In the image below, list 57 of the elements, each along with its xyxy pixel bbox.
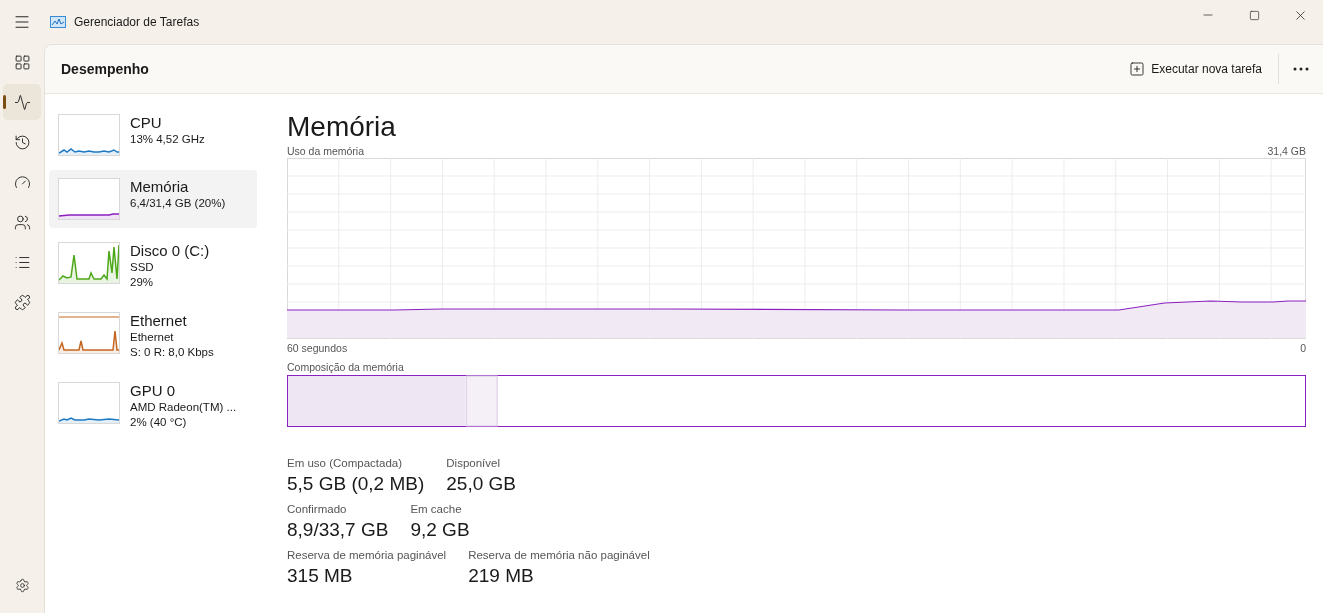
device-info: SSD (130, 260, 155, 275)
stat-label: Confirmado (287, 502, 348, 517)
app-icon (50, 16, 66, 28)
more-icon (1293, 67, 1309, 71)
device-info: 6,4/31,4 GB (20%) (130, 196, 226, 211)
stat-label: Em uso (Compactada) (287, 456, 404, 471)
stat-value: 9,2 GB (410, 518, 470, 542)
history-icon (13, 133, 31, 151)
graph-label: Uso da memória (287, 144, 365, 158)
device-item[interactable]: GPU 0 AMD Radeon(TM) ... 2% (40 °C) (49, 374, 257, 438)
sparkline-graph (58, 114, 120, 156)
maximize-icon (1248, 9, 1260, 21)
composition-label: Composição da memória (287, 360, 404, 374)
device-name: Disco 0 (C:) (130, 242, 210, 260)
stat-label: Reserva de memória não paginável (468, 548, 650, 563)
device-name: Ethernet (130, 312, 188, 330)
sparkline-graph (58, 178, 120, 220)
stat-label: Em cache (410, 502, 463, 517)
device-info: Ethernet (130, 330, 175, 345)
page-title: Desempenho (61, 61, 149, 77)
users-icon (13, 213, 31, 231)
stat-value: 8,9/33,7 GB (287, 518, 389, 542)
device-info: 29% (130, 275, 155, 290)
grid-icon (13, 53, 31, 71)
device-name: CPU (130, 114, 163, 132)
run-new-task-button[interactable]: Executar nova tarefa (1121, 55, 1270, 83)
stat-value: 315 MB (287, 564, 354, 588)
time-span-label: 60 segundos (287, 341, 348, 355)
puzzle-icon (13, 293, 31, 311)
menu-icon (13, 13, 31, 31)
device-info: 13% 4,52 GHz (130, 132, 205, 147)
gauge-icon (13, 173, 31, 191)
device-name: GPU 0 (130, 382, 176, 400)
device-info: S: 0 R: 8,0 Kbps (130, 345, 214, 360)
device-item[interactable]: Memória 6,4/31,4 GB (20%) (49, 170, 257, 228)
stat-label: Disponível (446, 456, 501, 471)
device-info: 2% (40 °C) (130, 415, 188, 430)
sparkline-graph (58, 312, 120, 354)
device-item[interactable]: Disco 0 (C:) SSD 29% (49, 234, 257, 298)
graph-max-label: 31,4 GB (1267, 144, 1306, 158)
stat-value: 5,5 GB (0,2 MB) (287, 472, 425, 496)
sparkline-graph (58, 242, 120, 284)
settings-icon (14, 577, 30, 593)
sparkline-graph (58, 382, 120, 424)
stat-value: 25,0 GB (446, 472, 516, 496)
add-task-icon (1129, 61, 1146, 77)
time-end-label: 0 (1300, 341, 1306, 355)
detail-title: Memória (287, 110, 397, 144)
stat-value: 219 MB (468, 564, 535, 588)
device-name: Memória (130, 178, 190, 196)
nav-button[interactable] (3, 84, 41, 120)
stat-label: Reserva de memória paginável (287, 548, 447, 563)
device-item[interactable]: Ethernet Ethernet S: 0 R: 8,0 Kbps (49, 304, 257, 368)
pulse-icon (13, 93, 31, 111)
device-info: AMD Radeon(TM) ... (130, 400, 237, 415)
window-title: Gerenciador de Tarefas (74, 15, 200, 29)
device-item[interactable]: CPU 13% 4,52 GHz (49, 106, 257, 164)
